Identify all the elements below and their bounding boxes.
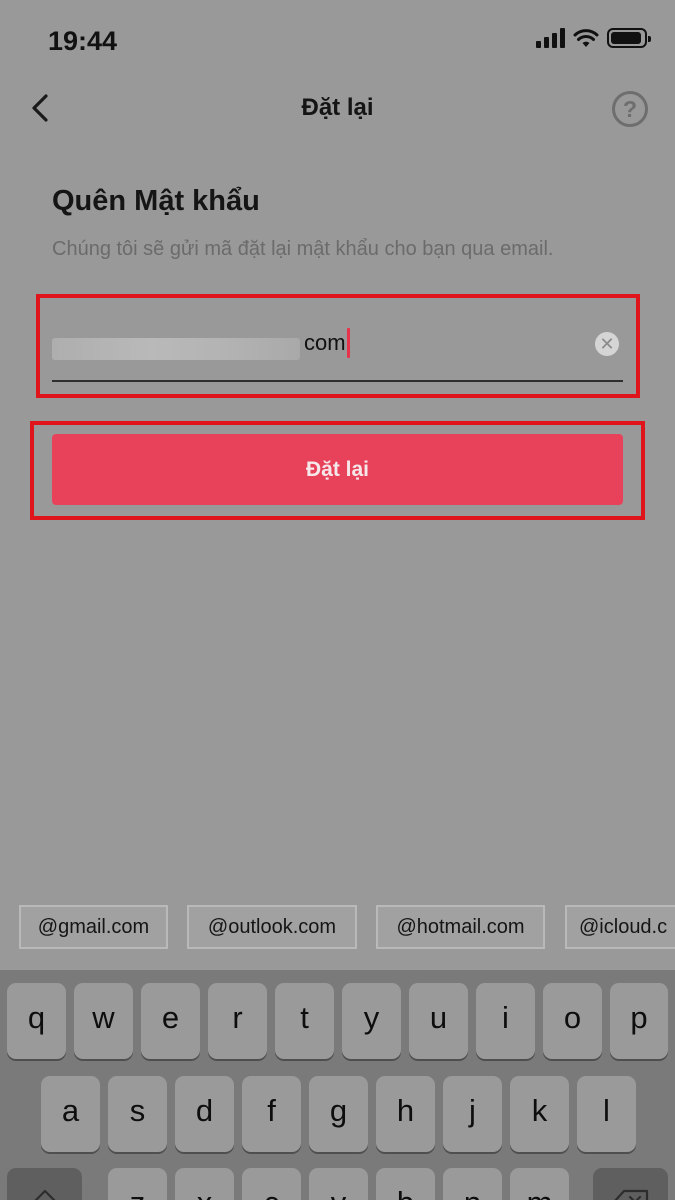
cellular-signal-icon [536, 28, 565, 48]
wifi-icon [573, 29, 599, 47]
email-field-value: com [304, 330, 346, 355]
form-description: Chúng tôi sẽ gửi mã đặt lại mật khẩu cho… [52, 238, 554, 260]
keyboard: q w e r t y u i o p a s d f g h j k l z … [0, 970, 675, 1200]
key-s[interactable]: s [108, 1076, 167, 1152]
key-m[interactable]: m [510, 1168, 569, 1200]
suggestion-hotmail[interactable]: @hotmail.com [376, 905, 545, 949]
key-l[interactable]: l [577, 1076, 636, 1152]
backspace-icon [613, 1189, 648, 1200]
key-z[interactable]: z [108, 1168, 167, 1200]
key-u[interactable]: u [409, 983, 468, 1059]
key-t[interactable]: t [275, 983, 334, 1059]
blurred-email-text [52, 338, 300, 360]
shift-icon [33, 1189, 56, 1200]
status-time: 19:44 [48, 26, 118, 56]
key-i[interactable]: i [476, 983, 535, 1059]
status-icons [536, 28, 651, 48]
suggestion-outlook[interactable]: @outlook.com [187, 905, 357, 949]
key-h[interactable]: h [376, 1076, 435, 1152]
key-f[interactable]: f [242, 1076, 301, 1152]
shift-key[interactable] [7, 1168, 82, 1200]
key-n[interactable]: n [443, 1168, 502, 1200]
key-c[interactable]: c [242, 1168, 301, 1200]
suggestion-icloud[interactable]: @icloud.c [565, 905, 675, 949]
key-d[interactable]: d [175, 1076, 234, 1152]
email-suggestion-bar: @gmail.com @outlook.com @hotmail.com @ic… [0, 900, 675, 968]
delete-key[interactable] [593, 1168, 668, 1200]
key-b[interactable]: b [376, 1168, 435, 1200]
email-field[interactable]: com ✕ [52, 304, 623, 382]
reset-button[interactable]: Đặt lại [52, 434, 623, 505]
key-e[interactable]: e [141, 983, 200, 1059]
key-o[interactable]: o [543, 983, 602, 1059]
form-heading: Quên Mật khẩu [52, 185, 260, 217]
key-a[interactable]: a [41, 1076, 100, 1152]
key-y[interactable]: y [342, 983, 401, 1059]
key-k[interactable]: k [510, 1076, 569, 1152]
key-v[interactable]: v [309, 1168, 368, 1200]
suggestion-gmail[interactable]: @gmail.com [19, 905, 168, 949]
key-x[interactable]: x [175, 1168, 234, 1200]
key-r[interactable]: r [208, 983, 267, 1059]
key-g[interactable]: g [309, 1076, 368, 1152]
status-bar: 19:44 [0, 0, 675, 80]
key-q[interactable]: q [7, 983, 66, 1059]
battery-icon [607, 28, 651, 48]
clear-icon[interactable]: ✕ [595, 332, 619, 356]
key-w[interactable]: w [74, 983, 133, 1059]
nav-bar: Đặt lại ? [0, 80, 675, 140]
text-caret [347, 328, 350, 358]
key-p[interactable]: p [610, 983, 668, 1059]
help-icon[interactable]: ? [612, 91, 648, 127]
page-title: Đặt lại [301, 94, 374, 121]
key-j[interactable]: j [443, 1076, 502, 1152]
